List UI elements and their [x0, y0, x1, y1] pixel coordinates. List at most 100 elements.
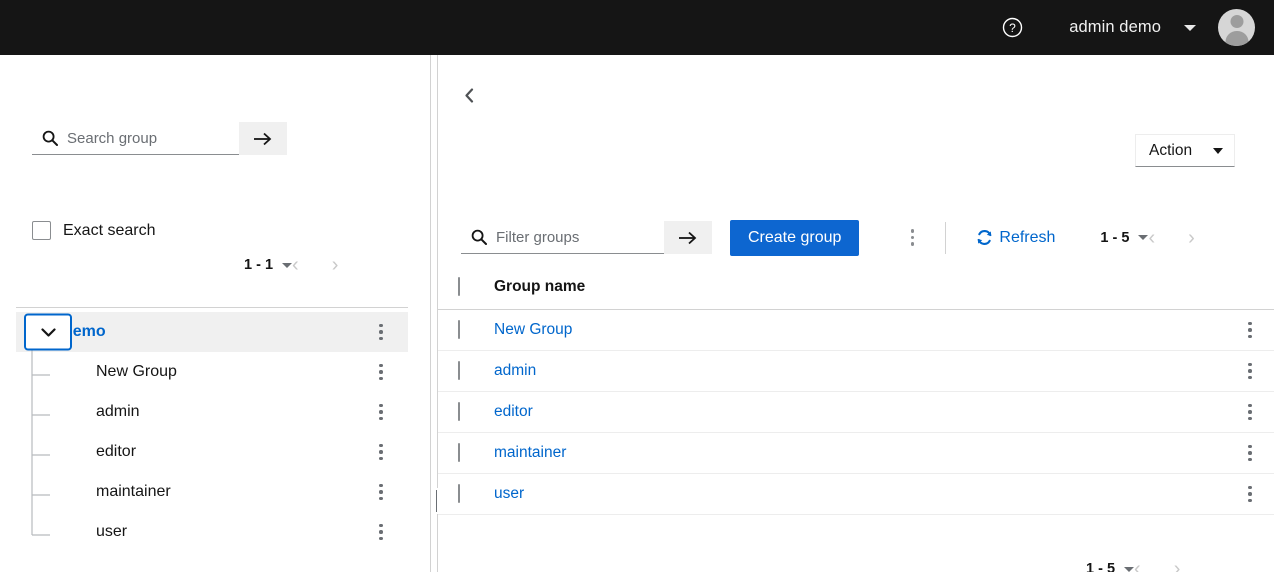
tree-item-editor[interactable]: editor	[16, 432, 408, 472]
arrow-right-icon	[254, 132, 272, 145]
caret-down-icon[interactable]	[1138, 235, 1149, 240]
tree-item-maintainer[interactable]: maintainer	[16, 472, 408, 512]
search-icon	[42, 130, 58, 146]
chevron-down-icon[interactable]	[1184, 24, 1196, 31]
chevron-left-icon[interactable]: ‹	[1134, 559, 1141, 572]
row-checkbox[interactable]	[458, 320, 460, 339]
select-all-checkbox[interactable]	[458, 277, 460, 296]
refresh-button[interactable]: Refresh	[976, 229, 1055, 247]
tree-item-label: New Group	[96, 363, 177, 380]
action-dropdown[interactable]: Action	[1135, 134, 1235, 167]
chevron-left-icon[interactable]: ‹	[292, 255, 299, 275]
group-tree: demo New Group admin editor maintainer u	[16, 312, 408, 552]
groups-table: Group name New Group admin editor mainta…	[438, 265, 1274, 515]
tree-item-label: admin	[96, 403, 140, 420]
row-kebab-menu-icon[interactable]	[1239, 358, 1261, 384]
row-checkbox[interactable]	[458, 361, 460, 380]
top-masthead: ? admin demo	[0, 0, 1274, 55]
kebab-menu-icon[interactable]	[370, 399, 392, 425]
collapse-panel-button[interactable]	[460, 86, 478, 104]
tree-item-demo[interactable]: demo	[16, 312, 408, 352]
arrow-right-icon	[679, 231, 697, 244]
search-submit-button[interactable]	[239, 122, 287, 155]
chevron-down-icon	[40, 327, 56, 337]
help-circle-icon[interactable]: ?	[1001, 17, 1023, 39]
chevron-right-icon[interactable]: ›	[1188, 228, 1195, 248]
group-name-link[interactable]: user	[494, 485, 524, 503]
group-name-link[interactable]: editor	[494, 403, 533, 421]
groups-toolbar: Create group Refresh 1 - 5 ‹ ›	[438, 210, 1274, 265]
tree-item-label: user	[96, 523, 128, 540]
tree-pagination-top: 1 - 1 ‹ ›	[244, 255, 338, 275]
search-group-row	[32, 122, 287, 155]
row-kebab-menu-icon[interactable]	[1239, 440, 1261, 466]
user-name-label: admin demo	[1069, 18, 1161, 36]
row-checkbox-cell	[458, 443, 494, 462]
kebab-menu-icon[interactable]	[370, 479, 392, 505]
table-row[interactable]: New Group	[438, 310, 1274, 351]
kebab-menu-icon[interactable]	[370, 319, 392, 345]
caret-down-icon[interactable]	[1213, 147, 1223, 154]
search-group-field[interactable]	[32, 122, 239, 155]
filter-submit-button[interactable]	[664, 221, 712, 254]
search-group-input[interactable]	[67, 129, 227, 147]
table-row[interactable]: user	[438, 474, 1274, 515]
toolbar-kebab-menu-icon[interactable]	[901, 225, 923, 251]
search-icon	[471, 229, 487, 245]
tree-item-label: maintainer	[96, 483, 171, 500]
exact-search-checkbox[interactable]	[32, 221, 51, 240]
tree-item-user[interactable]: user	[16, 512, 408, 552]
kebab-menu-icon[interactable]	[370, 519, 392, 545]
group-name-link[interactable]: New Group	[494, 321, 572, 339]
svg-text:?: ?	[1009, 21, 1016, 35]
refresh-icon	[978, 230, 992, 245]
table-header-row: Group name	[438, 265, 1274, 310]
tree-toggle-button[interactable]	[24, 313, 72, 351]
exact-search-row[interactable]: Exact search	[32, 221, 155, 240]
tree-item-new-group[interactable]: New Group	[16, 352, 408, 392]
avatar[interactable]	[1218, 9, 1255, 46]
table-row[interactable]: admin	[438, 351, 1274, 392]
row-kebab-menu-icon[interactable]	[1239, 481, 1261, 507]
user-menu[interactable]: admin demo	[1069, 18, 1196, 37]
row-checkbox[interactable]	[458, 402, 460, 421]
table-pagination-bottom-range: 1 - 5	[1086, 561, 1116, 572]
group-name-link[interactable]: maintainer	[494, 444, 566, 462]
row-checkbox-cell	[458, 320, 494, 339]
chevron-right-icon[interactable]: ›	[1174, 559, 1181, 572]
row-kebab-menu-icon[interactable]	[1239, 317, 1261, 343]
table-pagination-top-range: 1 - 5	[1100, 229, 1130, 246]
tree-pagination-top-range: 1 - 1	[244, 257, 274, 273]
row-checkbox-cell	[458, 484, 494, 503]
row-kebab-menu-icon[interactable]	[1239, 399, 1261, 425]
table-row[interactable]: editor	[438, 392, 1274, 433]
groups-content-panel: Action Create group	[438, 55, 1274, 572]
row-checkbox[interactable]	[458, 484, 460, 503]
table-row[interactable]: maintainer	[438, 433, 1274, 474]
row-checkbox[interactable]	[458, 443, 460, 462]
divider	[945, 221, 947, 254]
filter-groups-field[interactable]	[461, 221, 664, 254]
tree-item-label: editor	[96, 443, 137, 460]
table-footer: 1 - 5 ‹ ›	[438, 521, 1274, 572]
group-tree-panel: Exact search 1 - 1 ‹ › demo New Group	[0, 55, 431, 572]
refresh-label: Refresh	[999, 228, 1056, 246]
caret-down-icon[interactable]	[1124, 566, 1135, 572]
column-header-group-name: Group name	[494, 278, 586, 295]
group-name-link[interactable]: admin	[494, 362, 536, 380]
caret-down-icon[interactable]	[282, 262, 293, 268]
create-group-button[interactable]: Create group	[730, 219, 860, 256]
chevron-left-icon[interactable]: ‹	[1148, 228, 1155, 248]
table-pagination-bottom: 1 - 5 ‹ ›	[1086, 559, 1180, 572]
exact-search-label: Exact search	[63, 221, 156, 239]
table-pagination-top: 1 - 5 ‹ ›	[1100, 228, 1194, 248]
kebab-menu-icon[interactable]	[370, 359, 392, 385]
tree-item-admin[interactable]: admin	[16, 392, 408, 432]
app-root: ? admin demo Search group Exact search 1…	[0, 0, 1274, 572]
row-checkbox-cell	[458, 402, 494, 421]
filter-groups-input[interactable]	[496, 228, 651, 246]
chevron-right-icon[interactable]: ›	[332, 255, 339, 275]
action-dropdown-label: Action	[1149, 141, 1193, 159]
chevron-left-icon	[464, 87, 473, 103]
kebab-menu-icon[interactable]	[370, 439, 392, 465]
